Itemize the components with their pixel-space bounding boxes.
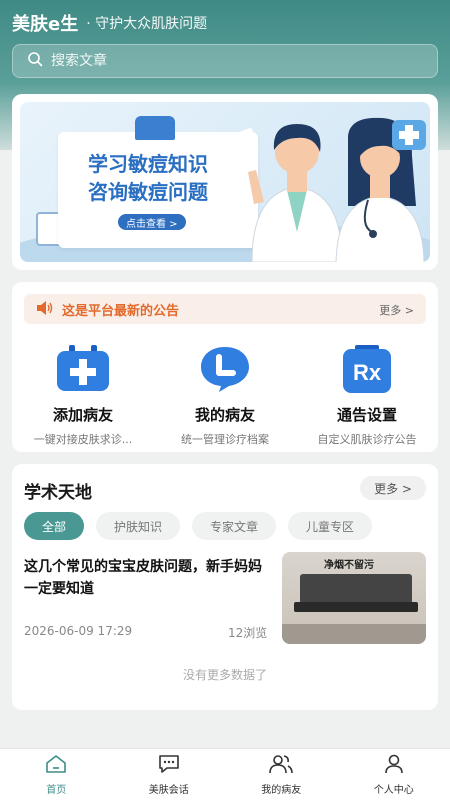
home-icon xyxy=(45,754,67,778)
tab-home[interactable]: 首页 xyxy=(0,749,113,800)
academic-more-button[interactable]: 更多 > xyxy=(360,476,426,500)
tab-label: 个人中心 xyxy=(373,784,414,796)
banner-title-line2: 咨询敏痘问题 xyxy=(88,180,208,204)
tab-label: 首页 xyxy=(46,784,67,796)
announcement-text: 这是平台最新的公告 xyxy=(62,303,180,319)
announcement-bar[interactable]: 这是平台最新的公告 更多 > xyxy=(24,294,426,324)
banner-title: 学习敏痘知识 咨询敏痘问题 xyxy=(88,150,238,206)
brand-name: 美肤e生 xyxy=(12,14,79,35)
quick-action-subtitle: 一键对接皮肤求诊... xyxy=(33,433,133,446)
chip-expert-articles[interactable]: 专家文章 xyxy=(192,512,277,540)
article-date: 2026-06-09 17:29 xyxy=(24,624,133,638)
brand-slogan: · 守护大众肌肤问题 xyxy=(86,16,208,32)
quick-action-notice-settings[interactable]: Rx 通告设置 自定义肌肤诊疗公告 xyxy=(296,344,438,447)
board-clip xyxy=(135,116,175,140)
chat-bubble-icon xyxy=(195,344,255,394)
tab-patients[interactable]: 我的病友 xyxy=(225,749,338,800)
search-bar[interactable] xyxy=(12,44,438,78)
tab-messages[interactable]: 美肤会话 xyxy=(113,749,226,800)
quick-action-title: 我的病友 xyxy=(194,406,255,424)
message-icon xyxy=(157,754,181,778)
speaker-icon xyxy=(36,300,54,319)
quick-action-title: 通告设置 xyxy=(336,406,397,424)
female-doctor-illustration xyxy=(335,117,426,262)
search-input[interactable] xyxy=(51,53,411,69)
banner-title-line1: 学习敏痘知识 xyxy=(88,152,208,176)
search-icon xyxy=(27,51,43,71)
tab-label: 美肤会话 xyxy=(148,784,189,796)
patients-icon xyxy=(268,754,294,778)
academic-section: 学术天地 更多 > 全部 护肤知识 专家文章 儿童专区 这几个常见的宝宝皮肤问题… xyxy=(12,464,438,710)
quick-action-subtitle: 统一管理诊疗档案 xyxy=(181,433,269,446)
chip-skincare[interactable]: 护肤知识 xyxy=(96,512,181,540)
profile-icon xyxy=(383,754,405,778)
rx-icon: Rx xyxy=(337,344,397,394)
announcement-more-link[interactable]: 更多 > xyxy=(379,302,414,318)
bottom-tab-bar: 首页 美肤会话 我的病友 个人中心 xyxy=(0,748,450,800)
app-header: 美肤e生 · 守护大众肌肤问题 xyxy=(12,10,207,36)
quick-action-my-patients[interactable]: 我的病友 统一管理诊疗档案 xyxy=(154,344,296,447)
banner-card: 学习敏痘知识 咨询敏痘问题 点击查看 > xyxy=(12,94,438,270)
category-chips: 全部 护肤知识 专家文章 儿童专区 xyxy=(24,512,373,540)
section-title: 学术天地 xyxy=(24,483,92,503)
quick-action-title: 添加病友 xyxy=(52,406,113,424)
tab-label: 我的病友 xyxy=(261,784,302,796)
promo-banner[interactable]: 学习敏痘知识 咨询敏痘问题 点击查看 > xyxy=(20,102,430,262)
article-views: 12浏览 xyxy=(228,626,268,640)
quick-action-add-patient[interactable]: 添加病友 一键对接皮肤求诊... xyxy=(12,344,154,447)
svg-text:Rx: Rx xyxy=(353,360,382,385)
banner-view-button[interactable]: 点击查看 > xyxy=(118,214,186,230)
no-more-data: 没有更多数据了 xyxy=(182,668,267,682)
chip-children[interactable]: 儿童专区 xyxy=(288,512,373,540)
article-thumbnail[interactable]: 净烟不留污 xyxy=(282,552,426,644)
notice-card: 这是平台最新的公告 更多 > 添加病友 一键对接皮肤求诊... 我的病友 统一管… xyxy=(12,282,438,452)
thumbnail-caption: 净烟不留污 xyxy=(324,560,374,571)
chip-all[interactable]: 全部 xyxy=(24,512,85,540)
quick-action-subtitle: 自定义肌肤诊疗公告 xyxy=(317,433,417,446)
add-patient-icon xyxy=(53,344,113,394)
article-title[interactable]: 这几个常见的宝宝皮肤问题，新手妈妈一定要知道 xyxy=(24,556,274,600)
tab-profile[interactable]: 个人中心 xyxy=(338,749,450,800)
